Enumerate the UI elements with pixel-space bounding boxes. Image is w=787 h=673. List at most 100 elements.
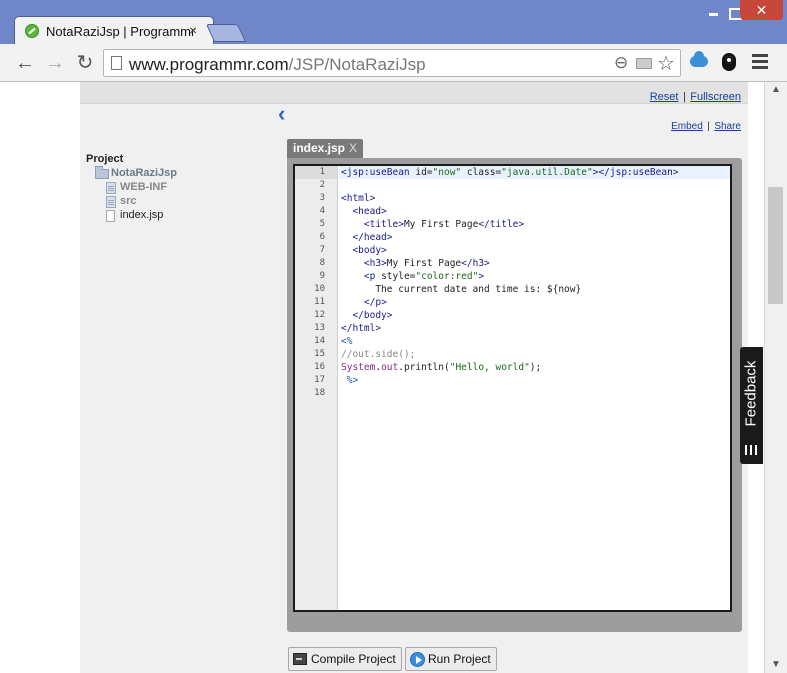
folder-icon (95, 166, 109, 179)
separator: | (682, 91, 686, 103)
line-number: 17 (314, 375, 325, 385)
code-line[interactable]: <p style="color:red"> (339, 270, 730, 283)
url-path: /JSP/NotaRaziJsp (288, 55, 426, 74)
bookmark-star-icon[interactable]: ☆ (657, 51, 675, 76)
line-number: 4 (319, 206, 325, 216)
code-line[interactable]: <head> (339, 205, 730, 218)
reset-link[interactable]: Reset (650, 91, 679, 103)
project-tree: Project NotaRaziJsp WEB-INF src index.js… (86, 153, 276, 223)
url-host: www.programmr.com (129, 55, 289, 74)
directory-icon (106, 196, 116, 208)
browser-tab[interactable]: NotaRaziJsp | Programmr × (14, 16, 214, 44)
tree-item-index-jsp[interactable]: index.jsp (86, 209, 276, 223)
file-tab-index-jsp[interactable]: index.jsp X (287, 139, 364, 158)
tree-item-web-inf[interactable]: WEB-INF (86, 181, 276, 195)
project-tree-title: Project (86, 153, 124, 165)
code-line[interactable]: <html> (339, 192, 730, 205)
line-number: 2 (319, 180, 325, 190)
address-bar[interactable]: www.programmr.com/JSP/NotaRaziJsp ⊖ ☆ (103, 49, 681, 77)
minimize-icon[interactable] (699, 2, 727, 20)
code-line[interactable]: //out.side(); (339, 348, 730, 361)
back-arrow-icon[interactable]: ← (12, 50, 38, 76)
compile-icon (293, 653, 307, 665)
scrollbar-thumb[interactable] (768, 187, 783, 304)
line-number: 3 (319, 193, 325, 203)
code-line[interactable]: </head> (339, 231, 730, 244)
tab-close-icon[interactable]: × (189, 22, 197, 38)
tree-item-src[interactable]: src (86, 195, 276, 209)
code-area[interactable]: <jsp:useBean id="now" class="java.util.D… (339, 166, 730, 400)
line-number: 16 (314, 362, 325, 372)
tree-item-label: index.jsp (120, 209, 164, 221)
embed-link[interactable]: Embed (671, 121, 703, 132)
line-number-gutter: 1 2 3 4 5 6 7 8 9 10 11 12 13 14 15 16 17 18 (295, 166, 338, 610)
code-line[interactable]: %> (339, 374, 730, 387)
programmr-favicon-icon (25, 24, 39, 38)
page-scrollbar[interactable]: ▲ ▼ (764, 82, 787, 673)
line-number: 6 (319, 232, 325, 242)
collapse-panel-icon[interactable]: ‹ (278, 102, 285, 126)
sliders-icon (744, 444, 759, 456)
run-label: Run Project (428, 652, 491, 666)
cloud-extension-icon[interactable] (690, 51, 708, 67)
forward-arrow-icon[interactable]: → (42, 50, 68, 76)
maximize-icon[interactable] (727, 2, 742, 20)
page-viewport: Reset | Fullscreen ‹ Embed | Share Proje… (0, 82, 764, 673)
code-line[interactable]: System.out.println("Hello, world"); (339, 361, 730, 374)
file-tab-close-icon[interactable]: X (349, 141, 357, 155)
top-strip: Reset | Fullscreen (80, 82, 748, 104)
code-line[interactable]: <% (339, 335, 730, 348)
play-icon (410, 652, 425, 667)
tree-root-label: NotaRaziJsp (111, 167, 178, 179)
editor-frame: 1 2 3 4 5 6 7 8 9 10 11 12 13 14 15 16 17 18 <jsp:useBean… (287, 158, 742, 632)
code-line[interactable]: </html> (339, 322, 730, 335)
ide-content: Reset | Fullscreen ‹ Embed | Share Proje… (80, 82, 748, 673)
code-line[interactable]: <title>My First Page</title> (339, 218, 730, 231)
code-line[interactable] (339, 179, 730, 192)
code-line[interactable]: </body> (339, 309, 730, 322)
scroll-up-icon[interactable]: ▲ (765, 82, 787, 98)
file-tab-label: index.jsp (293, 141, 346, 155)
feedback-tab[interactable]: Feedback (740, 347, 763, 464)
tree-root-folder[interactable]: NotaRaziJsp (86, 166, 276, 181)
line-number: 1 (295, 166, 337, 179)
separator: | (707, 121, 710, 132)
file-icon (106, 210, 115, 222)
code-line[interactable]: The current date and time is: ${now} (339, 283, 730, 296)
zoom-icon[interactable]: ⊖ (614, 53, 628, 73)
owl-extension-icon[interactable] (722, 53, 736, 71)
fullscreen-link[interactable]: Fullscreen (690, 91, 741, 103)
url-text[interactable]: www.programmr.com/JSP/NotaRaziJsp (129, 55, 426, 75)
browser-toolbar: ← → ↻ www.programmr.com/JSP/NotaRaziJsp … (0, 44, 787, 82)
window-titlebar: NotaRaziJsp | Programmr × ✕ (0, 0, 787, 44)
tree-item-label: src (120, 195, 137, 207)
code-line[interactable]: <body> (339, 244, 730, 257)
editor-panel: index.jsp X 1 2 3 4 5 6 7 8 9 10 11 12 13 14 15 16 17 18 <… (287, 139, 742, 632)
compile-project-button[interactable]: Compile Project (288, 647, 402, 671)
line-number: 14 (314, 336, 325, 346)
code-line[interactable] (339, 387, 730, 400)
window-close-button[interactable]: ✕ (740, 0, 783, 20)
run-project-button[interactable]: Run Project (405, 647, 497, 671)
tab-title: NotaRaziJsp | Programmr (46, 24, 196, 39)
line-number: 18 (314, 388, 325, 398)
share-link[interactable]: Share (714, 121, 741, 132)
line-number: 9 (319, 271, 325, 281)
reload-icon[interactable]: ↻ (72, 50, 98, 76)
line-number: 11 (314, 297, 325, 307)
scroll-down-icon[interactable]: ▼ (765, 657, 787, 673)
line-number: 7 (319, 245, 325, 255)
code-editor[interactable]: 1 2 3 4 5 6 7 8 9 10 11 12 13 14 15 16 17 18 <jsp:useBean… (293, 164, 732, 612)
code-line[interactable]: <h3>My First Page</h3> (339, 257, 730, 270)
browser-menu-icon[interactable] (752, 54, 768, 70)
feedback-label: Feedback (742, 360, 760, 427)
line-number: 12 (314, 310, 325, 320)
code-line[interactable]: <jsp:useBean id="now" class="java.util.D… (339, 166, 730, 179)
reset-links: Reset | Fullscreen (650, 87, 741, 105)
directory-icon (106, 182, 116, 194)
code-line[interactable]: </p> (339, 296, 730, 309)
line-number: 5 (319, 219, 325, 229)
line-number: 13 (314, 323, 325, 333)
extension-icon[interactable] (636, 58, 652, 69)
tree-item-label: WEB-INF (120, 181, 168, 193)
